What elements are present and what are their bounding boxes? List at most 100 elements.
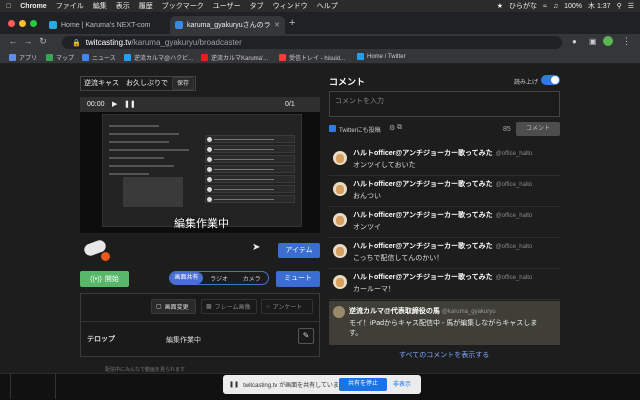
- comment-text: おんつい: [353, 193, 381, 200]
- bookmark-label: Home / Twitter: [367, 53, 406, 60]
- more-menu-icon[interactable]: ⋮: [622, 36, 631, 47]
- tab-broadcaster[interactable]: karuma_gyakuryuさんのラ ✕: [170, 16, 285, 34]
- twitter-post-checkbox[interactable]: [329, 125, 336, 132]
- frame-image-button[interactable]: ▩ フレーム画像: [201, 299, 257, 314]
- source-radio[interactable]: ラジオ: [203, 274, 236, 283]
- menu-tab[interactable]: タブ: [250, 1, 264, 11]
- mute-button[interactable]: ミュート: [276, 271, 320, 287]
- avatar[interactable]: [333, 213, 347, 227]
- menu-view[interactable]: 表示: [116, 1, 130, 11]
- start-broadcast-button[interactable]: ((•)) 開始: [80, 271, 129, 287]
- source-screen-share[interactable]: 画面共有: [170, 272, 203, 284]
- bookmark-twitter-karuma[interactable]: 逆流カルマ@ハクビ...: [124, 53, 193, 62]
- apple-icon[interactable]: : [6, 3, 11, 10]
- forward-icon[interactable]: →: [22, 36, 34, 46]
- reload-icon[interactable]: ↻: [37, 36, 49, 47]
- avatar[interactable]: [333, 182, 347, 196]
- bookmark-maps[interactable]: マップ: [46, 53, 74, 62]
- bookmark-youtube-karuma[interactable]: 逆流カルマKaruma'...: [201, 53, 268, 62]
- wifi-icon[interactable]: ≈: [543, 3, 547, 10]
- stop-sharing-button[interactable]: 共有を停止: [339, 378, 387, 391]
- menu-bookmarks[interactable]: ブックマーク: [162, 1, 204, 11]
- comment-author[interactable]: ハルトofficer@アンチジョーカー歌ってみた @office_halto: [353, 148, 532, 158]
- zoom-window-button[interactable]: [30, 20, 37, 27]
- screen-preview: 00:00 ▶ ❚❚ 0/1: [80, 97, 320, 233]
- thumb-comment: [205, 185, 295, 193]
- pinned-comment: 逆流カルマ@代表取締役の馬 @karuma_gyakuryu モイ！iPadからキ…: [329, 301, 560, 345]
- menu-window[interactable]: ウィンドウ: [273, 1, 308, 11]
- close-tab-icon[interactable]: ✕: [274, 21, 280, 29]
- bookmark-label: 逆流カルマKaruma'...: [211, 56, 269, 62]
- comment-handle: @office_halto: [495, 213, 533, 219]
- telop-value: 編集作業中: [166, 337, 201, 344]
- back-icon[interactable]: ←: [7, 36, 19, 46]
- comment-input[interactable]: コメントを入力: [329, 91, 560, 117]
- comment-author[interactable]: ハルトofficer@アンチジョーカー歌ってみた @office_halto: [353, 210, 532, 220]
- comment-text: モイ！iPadからキャス配信中 - 馬が編集しながらキャスします。: [349, 320, 538, 337]
- search-icon[interactable]: ⚲: [617, 2, 622, 10]
- close-window-button[interactable]: [8, 20, 15, 27]
- play-icon[interactable]: ▶: [112, 100, 117, 108]
- comment-handle: @office_halto: [495, 275, 533, 281]
- broadcast-signal-icon: ((•)): [90, 275, 102, 283]
- news-icon: [82, 54, 89, 61]
- change-screen-button[interactable]: ▢ 画面変更: [151, 299, 196, 314]
- screen-share-notification: ❚❚ twitcasting.tv が画面を共有しています。 共有を停止 非表示: [223, 375, 421, 394]
- avatar[interactable]: [333, 151, 347, 165]
- bookmark-inbox[interactable]: 受信トレイ - hisuid...: [279, 53, 345, 62]
- menu-file[interactable]: ファイル: [56, 1, 84, 11]
- list-item: ハルトofficer@アンチジョーカー歌ってみた @office_halto カー…: [329, 269, 560, 300]
- source-camera[interactable]: カメラ: [235, 274, 268, 283]
- survey-button[interactable]: ○ アンケート: [261, 299, 313, 314]
- bookmark-apps[interactable]: アプリ: [9, 53, 37, 62]
- comment-author[interactable]: 逆流カルマ@代表取締役の馬 @karuma_gyakuryu: [349, 306, 496, 316]
- avatar[interactable]: [333, 306, 345, 318]
- twitter-icon: [124, 54, 131, 61]
- new-tab-button[interactable]: +: [289, 17, 295, 29]
- view-all-comments-link[interactable]: すべてのコメントを表示する: [399, 350, 489, 360]
- menu-history[interactable]: 履歴: [139, 1, 153, 11]
- comment-author[interactable]: ハルトofficer@アンチジョーカー歌ってみた @office_halto: [353, 241, 532, 251]
- dock-divider: [55, 374, 56, 399]
- ime-indicator[interactable]: ひらがな: [509, 1, 537, 11]
- item-button[interactable]: アイテム: [278, 243, 320, 258]
- avatar[interactable]: [333, 244, 347, 258]
- menu-help[interactable]: ヘルプ: [317, 1, 338, 11]
- read-aloud-toggle[interactable]: [541, 75, 560, 85]
- timer: 00:00: [87, 101, 105, 108]
- notification-badge: [101, 252, 110, 261]
- pencil-icon[interactable]: ✎: [298, 328, 314, 344]
- menu-chrome[interactable]: Chrome: [20, 3, 46, 10]
- extension-icon[interactable]: ▣: [589, 37, 597, 46]
- address-bar[interactable]: 🔒 twitcasting.tv/karuma_gyakuryu/broadca…: [62, 36, 562, 49]
- list-icon[interactable]: ☰: [628, 2, 634, 10]
- tab-home[interactable]: Home | Karuma's NEXT-com: [44, 16, 169, 34]
- save-button[interactable]: 保存: [172, 77, 194, 90]
- hide-button[interactable]: 非表示: [393, 379, 411, 388]
- menu-edit[interactable]: 編集: [93, 1, 107, 11]
- mic-icon[interactable]: ●: [572, 37, 577, 46]
- copy-icon[interactable]: ⧉: [397, 124, 402, 132]
- thumb-line: [109, 157, 164, 159]
- mac-menubar:  Chrome ファイル 編集 表示 履歴 ブックマーク ユーザー タブ ウィ…: [0, 0, 640, 12]
- pause-icon[interactable]: ❚❚: [124, 100, 136, 108]
- bluetooth-icon[interactable]: ★: [497, 2, 503, 10]
- bookmark-twitter-home[interactable]: Home / Twitter: [357, 53, 406, 60]
- profile-avatar[interactable]: [603, 36, 613, 46]
- bookmark-news[interactable]: ニュース: [82, 53, 116, 62]
- volume-icon[interactable]: ♫: [553, 3, 558, 10]
- clock[interactable]: 木 1:37: [588, 1, 611, 11]
- comment-author[interactable]: ハルトofficer@アンチジョーカー歌ってみた @office_halto: [353, 179, 532, 189]
- comment-author[interactable]: ハルトofficer@アンチジョーカー歌ってみた @office_halto: [353, 272, 532, 282]
- twitter-settings-icon[interactable]: ⚙: [389, 124, 395, 132]
- battery-percent[interactable]: 100%: [564, 3, 582, 10]
- avatar[interactable]: [333, 275, 347, 289]
- pause-icon: ❚❚: [229, 382, 240, 388]
- thumb-line: [109, 149, 189, 151]
- minimize-window-button[interactable]: [19, 20, 26, 27]
- submit-comment-button[interactable]: コメント: [516, 122, 560, 136]
- overlay-caption: 編集作業中: [174, 218, 229, 230]
- menu-user[interactable]: ユーザー: [213, 1, 241, 11]
- thumb-comment: [205, 135, 295, 143]
- monitor-icon: ▢: [156, 304, 162, 310]
